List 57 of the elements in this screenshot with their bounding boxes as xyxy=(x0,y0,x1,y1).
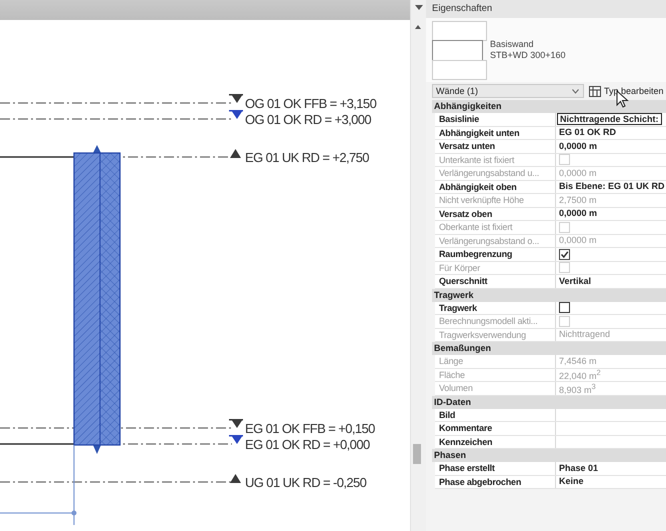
wall-type-preview-icon xyxy=(432,21,487,79)
property-label: Abhängigkeit oben xyxy=(435,180,556,193)
level-label: EG 01 OK FFB = +0,150 xyxy=(245,421,375,436)
section-header[interactable]: Bemaßungen xyxy=(432,342,666,355)
property-label: Tragwerksverwendung xyxy=(435,328,556,341)
property-label: Abhängigkeit unten xyxy=(435,126,556,139)
property-label: Raumbegrenzung xyxy=(435,248,556,260)
vertical-scrollbar[interactable] xyxy=(410,0,426,531)
property-value[interactable]: 0,0000 m xyxy=(559,140,598,153)
property-label: Berechnungsmodell akti... xyxy=(435,315,556,328)
scroll-up-icon[interactable] xyxy=(415,25,421,29)
property-label: Nicht verknüpfte Höhe xyxy=(435,194,556,206)
type-family-name: Basiswand xyxy=(490,39,535,50)
property-label: Oberkante ist fixiert xyxy=(435,221,556,234)
checkbox[interactable] xyxy=(559,302,570,314)
property-value[interactable]: Phase 01 xyxy=(559,462,598,475)
type-properties-icon xyxy=(589,86,601,96)
chevron-down-icon xyxy=(572,88,579,94)
property-label: Phase erstellt xyxy=(435,462,556,474)
property-value[interactable]: EG 01 OK RD xyxy=(559,126,616,140)
checkbox[interactable] xyxy=(559,248,570,260)
level-label: EG 01 OK RD = +0,000 xyxy=(245,437,370,452)
section-header[interactable]: ID-Daten xyxy=(432,396,666,408)
type-name: STB+WD 300+160 xyxy=(490,50,566,61)
property-label: Verlängerungsabstand u... xyxy=(435,167,556,180)
panel-title: Eigenschaften xyxy=(426,0,666,18)
property-label: Tragwerk xyxy=(435,302,556,314)
section-header[interactable]: Abhängigkeiten xyxy=(432,100,666,113)
property-value[interactable]: Vertikal xyxy=(559,274,592,288)
property-label: Fläche xyxy=(435,368,556,381)
property-label: Versatz unten xyxy=(435,140,556,152)
property-label: Kennzeichen xyxy=(435,436,556,448)
property-label: Querschnitt xyxy=(435,275,556,288)
property-label: Volumen xyxy=(435,382,556,394)
property-label: Länge xyxy=(435,355,556,368)
property-value[interactable]: Bis Ebene: EG 01 UK RD xyxy=(559,180,665,194)
property-value[interactable]: Keine xyxy=(559,475,584,488)
level-label: OG 01 OK RD = +3,000 xyxy=(245,112,372,127)
property-label: Bild xyxy=(435,408,556,421)
property-label: Versatz oben xyxy=(435,208,556,220)
property-label: Phase abgebrochen xyxy=(435,476,556,488)
level-label: UG 01 UK RD = -0,250 xyxy=(245,475,366,490)
element-selector[interactable]: Wände (1) xyxy=(432,84,584,98)
property-label: Kommentare xyxy=(435,422,556,434)
value-field[interactable]: Nichttragende Schicht: xyxy=(557,113,662,126)
section-header[interactable]: Phasen xyxy=(432,449,666,462)
level-label: OG 01 OK FFB = +3,150 xyxy=(245,96,376,111)
work-plane-point-icon xyxy=(72,510,76,516)
scroll-thumb[interactable] xyxy=(413,444,421,464)
property-label: Für Körper xyxy=(435,262,556,274)
property-label: Basislinie xyxy=(435,113,556,126)
property-label: Unterkante ist fixiert xyxy=(435,154,556,166)
wall-drawing[interactable] xyxy=(73,145,121,454)
section-header[interactable]: Tragwerk xyxy=(432,288,666,302)
property-value[interactable]: 0,0000 m xyxy=(559,207,598,220)
property-label: Verlängerungsabstand o... xyxy=(435,234,556,247)
level-label: EG 01 UK RD = +2,750 xyxy=(245,150,369,165)
